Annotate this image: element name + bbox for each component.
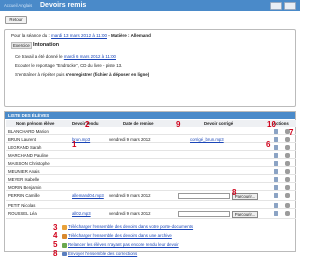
help-icon[interactable] <box>284 2 296 10</box>
table-row: MORIN Benjamin <box>6 184 296 191</box>
seance-prefix: Pour la séance du : <box>11 33 50 38</box>
annotation-6: 6 <box>266 140 271 149</box>
title-bar: Accueil Anglais Devoirs remis <box>0 0 300 11</box>
submission-date: vendredi 9 mars 2012 <box>109 210 151 216</box>
user-icon[interactable] <box>285 168 290 174</box>
seance-date-link[interactable]: mardi 13 mars 2012 à 11:00 <box>51 33 107 38</box>
archive-icon[interactable] <box>62 234 67 239</box>
annotation-5: 5 <box>53 240 58 249</box>
annotation-7: 7 <box>289 128 294 137</box>
table-row: MEYER Isabelle <box>6 176 296 183</box>
annotation-9: 9 <box>176 120 181 129</box>
student-name: MEUNIER Anais <box>8 168 40 174</box>
user-icon[interactable] <box>285 144 290 150</box>
folder-icon[interactable] <box>62 225 67 230</box>
send-corrections-link[interactable]: Envoyer l'ensemble des corrections <box>68 251 137 256</box>
user-icon[interactable] <box>285 160 290 166</box>
table-row: LEGRAND Sarah <box>6 144 296 151</box>
student-name: ROUSSEL Léa <box>8 210 37 216</box>
table-row: BLANCHARD Marion <box>6 128 296 135</box>
student-name: LEGRAND Sarah <box>8 144 42 150</box>
student-name: MORIN Benjamin <box>8 184 42 190</box>
table-row: ROUSSEL Léa all02.mp3 vendredi 9 mars 20… <box>6 210 296 219</box>
retour-button[interactable]: Retour <box>5 16 27 24</box>
table-row: PETIT Nicolas <box>6 202 296 209</box>
submitted-file-link[interactable]: all02.mp3 <box>72 211 91 216</box>
mail-icon[interactable] <box>62 252 67 256</box>
record-line: S'entraîner à répéter puis s'enregistrer… <box>15 72 149 77</box>
given-date-line: Ce travail a été donné le mardi 6 mars 2… <box>15 54 116 59</box>
send-icon[interactable] <box>274 128 278 134</box>
correction-file-input[interactable] <box>178 211 230 217</box>
user-icon[interactable] <box>285 192 290 198</box>
col-name: Nom prénom élève <box>6 120 66 127</box>
seance-suffix: - Matière : Allemand <box>108 33 151 38</box>
record-prefix: S'entraîner à répéter puis <box>15 72 65 77</box>
remind-students-link[interactable]: Relancer les élèves n'ayant pas encore r… <box>68 242 179 247</box>
submitted-file-link[interactable]: allemand04.mp3 <box>72 193 104 198</box>
send-icon[interactable] <box>274 184 278 190</box>
breadcrumb[interactable]: Accueil Anglais <box>4 3 32 8</box>
seance-line: Pour la séance du : mardi 13 mars 2012 à… <box>11 33 151 38</box>
given-prefix: Ce travail a été donné le <box>15 54 63 59</box>
annotation-10: 10 <box>267 120 276 129</box>
annotation-4: 4 <box>53 231 58 240</box>
annotation-1: 1 <box>72 140 77 149</box>
send-icon[interactable] <box>274 202 278 208</box>
user-icon[interactable] <box>285 202 290 208</box>
page-title: Devoirs remis <box>40 1 87 9</box>
reminder-icon[interactable] <box>62 243 67 248</box>
seance-panel: Pour la séance du : mardi 13 mars 2012 à… <box>4 29 296 107</box>
annotation-8: 8 <box>232 188 237 197</box>
submission-date: vendredi 9 mars 2012 <box>109 136 151 142</box>
user-icon[interactable] <box>285 152 290 158</box>
corrected-file-link[interactable]: corrigé_brun.mp3 <box>190 137 224 142</box>
students-section: LISTE DES ÉLÈVES Nom prénom élève Devoir… <box>4 111 296 256</box>
print-icon[interactable] <box>270 2 282 10</box>
col-corrected: Devoir corrigé <box>166 120 269 127</box>
user-icon[interactable] <box>285 176 290 182</box>
user-icon[interactable] <box>285 210 290 216</box>
exercise-badge: Exercice <box>11 42 32 49</box>
student-name: BRUN Laurent <box>8 136 36 142</box>
table-row: MARCHAND Pauline <box>6 152 296 159</box>
col-date: Date de remise <box>106 120 166 127</box>
students-section-title: LISTE DES ÉLÈVES <box>5 112 295 119</box>
user-icon[interactable] <box>285 136 290 142</box>
send-icon[interactable] <box>274 168 278 174</box>
record-bold: s'enregistrer (fichier à déposer en lign… <box>65 72 150 77</box>
submission-date: vendredi 9 mars 2012 <box>109 192 151 198</box>
given-date-link[interactable]: mardi 6 mars 2012 à 11:00 <box>64 54 116 59</box>
student-name: PERRIN Camille <box>8 192 40 198</box>
annotation-8b: 8 <box>53 249 58 258</box>
send-icon[interactable] <box>274 210 278 216</box>
student-name: PETIT Nicolas <box>8 202 36 208</box>
table-row: MEUNIER Anais <box>6 168 296 175</box>
table-row: PERRIN Camille allemand04.mp3 vendredi 9… <box>6 192 296 201</box>
student-name: MARCHAND Pauline <box>8 152 49 158</box>
student-name: MAISSON Christophe <box>8 160 50 166</box>
download-archive-link[interactable]: Télécharger l'ensemble des devoirs dans … <box>68 233 172 238</box>
table-row: BRUN Laurent brun.mp3 vendredi 9 mars 20… <box>6 136 296 143</box>
instruction-line: Ecouter le reportage "Endrücke", CD du l… <box>15 63 123 68</box>
browse-button[interactable]: Parcourir... <box>232 210 258 218</box>
correction-file-input[interactable] <box>178 193 230 199</box>
send-icon[interactable] <box>274 144 278 150</box>
table-row: MAISSON Christophe <box>6 160 296 167</box>
send-icon[interactable] <box>274 152 278 158</box>
download-to-portfolio-link[interactable]: Télécharger l'ensemble des devoirs dans … <box>68 224 193 229</box>
annotation-2: 2 <box>85 120 90 129</box>
user-icon[interactable] <box>285 184 290 190</box>
student-name: MEYER Isabelle <box>8 176 40 182</box>
send-icon[interactable] <box>274 160 278 166</box>
send-icon[interactable] <box>274 136 278 142</box>
student-name: BLANCHARD Marion <box>8 128 49 134</box>
send-icon[interactable] <box>274 176 278 182</box>
send-icon[interactable] <box>274 192 278 198</box>
exercise-title: Intonation <box>33 42 60 48</box>
